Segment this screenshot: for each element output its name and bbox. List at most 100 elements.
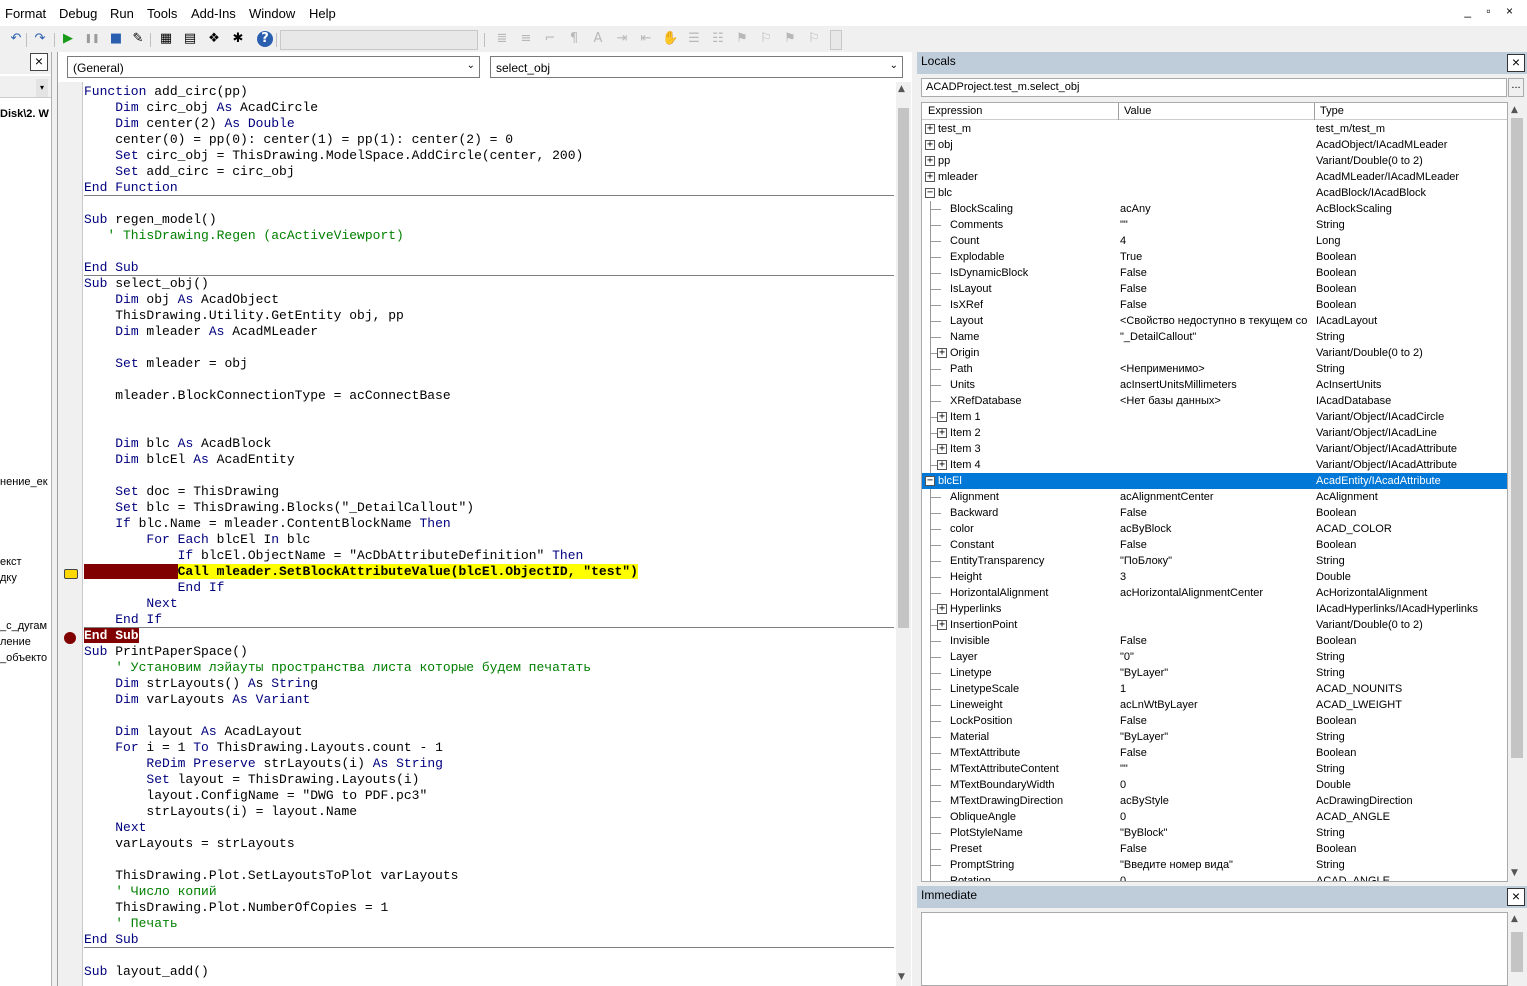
code-vertical-scrollbar[interactable]: ▲ ▼ xyxy=(896,82,911,986)
locals-row[interactable]: + Item 1 Variant/Object/IAcadCircle xyxy=(922,409,1507,425)
breakpoint-icon[interactable] xyxy=(64,632,76,644)
locals-row[interactable]: Path <Неприменимо> String xyxy=(922,361,1507,377)
help-icon[interactable]: ? xyxy=(257,31,273,47)
expand-icon[interactable]: + xyxy=(937,460,947,470)
scroll-up-icon[interactable]: ▲ xyxy=(898,84,905,94)
expand-icon[interactable]: + xyxy=(937,444,947,454)
call-stack-button[interactable]: ... xyxy=(1508,78,1524,97)
locals-row[interactable]: + Item 4 Variant/Object/IAcadAttribute xyxy=(922,457,1507,473)
scroll-up-icon[interactable]: ▲ xyxy=(1511,914,1518,924)
locals-row[interactable]: + test_m test_m/test_m xyxy=(922,121,1507,137)
toolbox-icon[interactable]: ✱ xyxy=(230,31,246,47)
locals-row[interactable]: LockPosition False Boolean xyxy=(922,713,1507,729)
run-icon[interactable]: ▶ xyxy=(60,31,76,47)
locals-row[interactable]: IsLayout False Boolean xyxy=(922,281,1507,297)
toolbar-overflow[interactable] xyxy=(830,30,842,50)
scroll-down-icon[interactable]: ▼ xyxy=(1511,868,1518,878)
locals-row[interactable]: − blc AcadBlock/IAcadBlock xyxy=(922,185,1507,201)
object-browser-icon[interactable]: ❖ xyxy=(206,31,222,47)
column-header-value[interactable]: Value xyxy=(1124,105,1151,117)
project-explorer-icon[interactable]: ▦ xyxy=(158,31,174,47)
locals-row[interactable]: Lineweight acLnWtByLayer ACAD_LWEIGHT xyxy=(922,697,1507,713)
code-editor[interactable]: Function add_circ(pp) Dim circ_obj As Ac… xyxy=(84,82,894,986)
column-header-expression[interactable]: Expression xyxy=(928,105,982,117)
locals-row[interactable]: Linetype "ByLayer" String xyxy=(922,665,1507,681)
procedure-combo[interactable]: select_obj ⌄ xyxy=(490,56,903,78)
undo-icon[interactable]: ↶ xyxy=(8,31,24,47)
locals-row[interactable]: Backward False Boolean xyxy=(922,505,1507,521)
column-divider[interactable] xyxy=(1314,103,1315,120)
project-tree-item[interactable]: _объекто xyxy=(0,652,47,664)
locals-row[interactable]: EntityTransparency "ПоБлоку" String xyxy=(922,553,1507,569)
close-icon[interactable]: × xyxy=(30,53,48,71)
properties-icon[interactable]: ▤ xyxy=(182,31,198,47)
locals-row[interactable]: + obj AcadObject/IAcadMLeader xyxy=(922,137,1507,153)
scrollbar-thumb[interactable] xyxy=(1511,932,1523,972)
reset-icon[interactable]: ■ xyxy=(108,31,124,47)
collapse-icon[interactable]: − xyxy=(925,476,935,486)
locals-vertical-scrollbar[interactable]: ▲ ▼ xyxy=(1509,102,1525,882)
locals-row[interactable]: IsDynamicBlock False Boolean xyxy=(922,265,1507,281)
chevron-down-icon[interactable]: ⌄ xyxy=(467,60,475,71)
expand-icon[interactable]: + xyxy=(925,156,935,166)
project-tree-item[interactable]: дку xyxy=(0,572,17,584)
locals-row[interactable]: + Item 2 Variant/Object/IAcadLine xyxy=(922,425,1507,441)
menu-debug[interactable]: Debug xyxy=(59,6,97,21)
locals-row[interactable]: HorizontalAlignment acHorizontalAlignment… xyxy=(922,585,1507,601)
code-margin-indicator-bar[interactable] xyxy=(58,82,83,986)
scrollbar-thumb[interactable] xyxy=(898,108,909,628)
locals-row[interactable]: Explodable True Boolean xyxy=(922,249,1507,265)
locals-row[interactable]: Name "_DetailCallout" String xyxy=(922,329,1507,345)
redo-icon[interactable]: ↷ xyxy=(32,31,48,47)
menu-window[interactable]: Window xyxy=(249,6,295,21)
locals-row[interactable]: + InsertionPoint Variant/Double(0 to 2) xyxy=(922,617,1507,633)
locals-row[interactable]: MTextAttributeContent "" String xyxy=(922,761,1507,777)
locals-row[interactable]: + pp Variant/Double(0 to 2) xyxy=(922,153,1507,169)
scrollbar-thumb[interactable] xyxy=(1511,118,1523,758)
immediate-input[interactable] xyxy=(921,912,1508,986)
locals-row-selected[interactable]: − blcEl AcadEntity/IAcadAttribute xyxy=(922,473,1507,489)
expand-icon[interactable]: + xyxy=(925,172,935,182)
menu-tools[interactable]: Tools xyxy=(147,6,177,21)
locals-row[interactable]: Alignment acAlignmentCenter AcAlignment xyxy=(922,489,1507,505)
locals-row[interactable]: Height 3 Double xyxy=(922,569,1507,585)
menu-add-ins[interactable]: Add-Ins xyxy=(191,6,236,21)
locals-row[interactable]: XRefDatabase <Нет базы данных> IAcadDataba… xyxy=(922,393,1507,409)
project-tree-item[interactable]: екст xyxy=(0,556,22,568)
locals-row[interactable]: Rotation 0 ACAD_ANGLE xyxy=(922,873,1507,881)
column-header-type[interactable]: Type xyxy=(1320,105,1344,117)
window-controls[interactable]: _ ▫ × xyxy=(1464,4,1519,18)
locals-row[interactable]: Comments "" String xyxy=(922,217,1507,233)
expand-icon[interactable]: + xyxy=(937,428,947,438)
locals-row[interactable]: + Item 3 Variant/Object/IAcadAttribute xyxy=(922,441,1507,457)
locals-row[interactable]: Count 4 Long xyxy=(922,233,1507,249)
locals-row[interactable]: ObliqueAngle 0 ACAD_ANGLE xyxy=(922,809,1507,825)
collapse-icon[interactable]: − xyxy=(925,188,935,198)
locals-row[interactable]: MTextBoundaryWidth 0 Double xyxy=(922,777,1507,793)
locals-row[interactable]: BlockScaling acAny AcBlockScaling xyxy=(922,201,1507,217)
expand-icon[interactable]: + xyxy=(937,412,947,422)
object-combo[interactable]: (General) ⌄ xyxy=(67,56,480,78)
locals-row[interactable]: color acByBlock ACAD_COLOR xyxy=(922,521,1507,537)
locals-row[interactable]: Constant False Boolean xyxy=(922,537,1507,553)
project-tree-item[interactable]: ление xyxy=(0,636,31,648)
chevron-down-icon[interactable]: ▾ xyxy=(36,79,48,97)
locals-row[interactable]: MTextDrawingDirection acByStyle AcDrawingD… xyxy=(922,793,1507,809)
close-icon[interactable]: × xyxy=(1507,888,1525,906)
menu-format[interactable]: Format xyxy=(5,6,46,21)
project-tree-item[interactable]: нение_ек xyxy=(0,476,48,488)
locals-row[interactable]: + Origin Variant/Double(0 to 2) xyxy=(922,345,1507,361)
toolbar-dropdown[interactable] xyxy=(280,30,478,50)
locals-row[interactable]: Layout <Свойство недоступно в текущем со I… xyxy=(922,313,1507,329)
scroll-down-icon[interactable]: ▼ xyxy=(898,972,905,982)
locals-row[interactable]: Layer "0" String xyxy=(922,649,1507,665)
locals-row[interactable]: LinetypeScale 1 ACAD_NOUNITS xyxy=(922,681,1507,697)
scroll-up-icon[interactable]: ▲ xyxy=(1511,105,1518,115)
project-tree-item[interactable]: Disk\2. W xyxy=(0,108,49,120)
menu-run[interactable]: Run xyxy=(110,6,134,21)
column-divider[interactable] xyxy=(1118,103,1119,120)
immediate-vertical-scrollbar[interactable]: ▲ xyxy=(1509,912,1525,986)
close-icon[interactable]: × xyxy=(1507,54,1525,72)
menu-help[interactable]: Help xyxy=(309,6,336,21)
design-mode-icon[interactable]: ✎ xyxy=(130,31,146,47)
